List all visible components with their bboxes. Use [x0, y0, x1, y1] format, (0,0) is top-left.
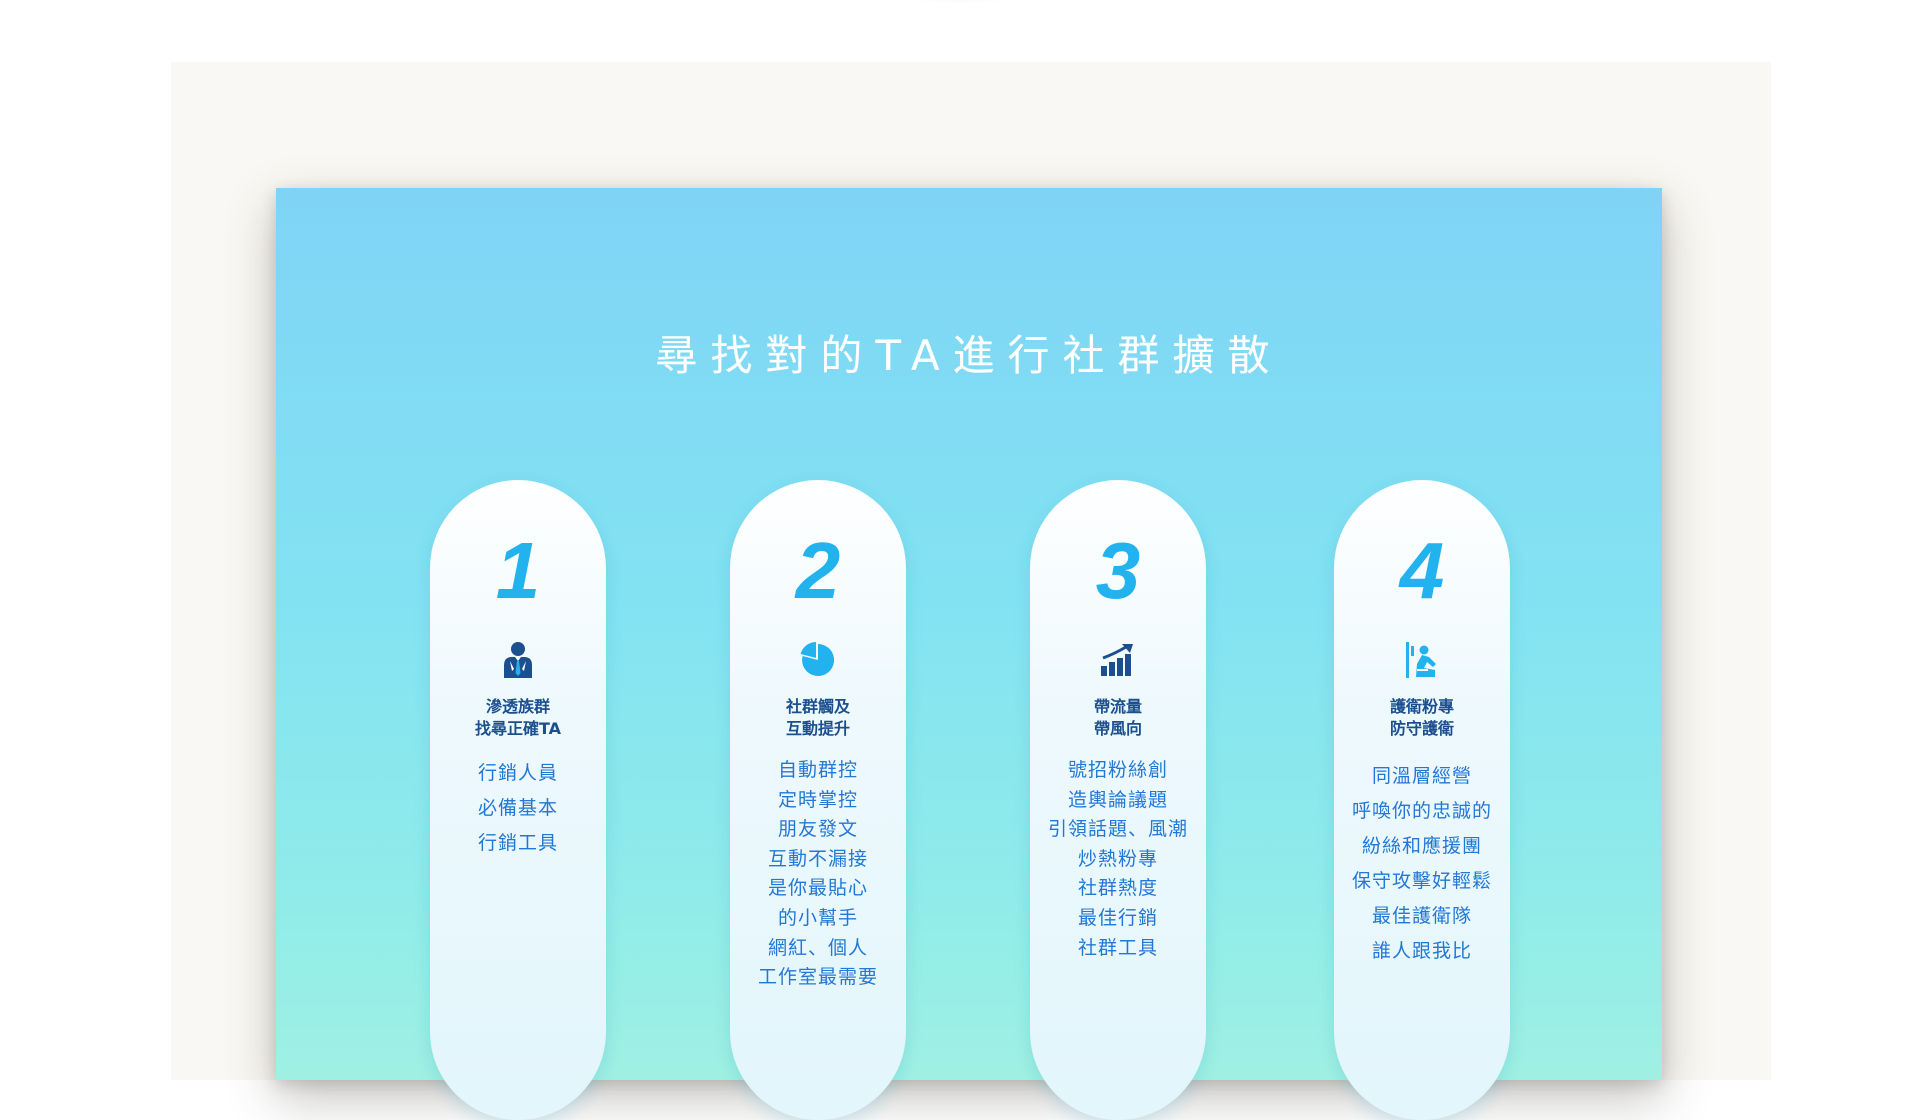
- step-heading-line: 帶風向: [1093, 719, 1142, 738]
- step-description-line: 誰人跟我比: [1371, 940, 1472, 962]
- step-heading: 社群觸及 互動提升: [710, 696, 926, 740]
- step-number: 1: [495, 526, 541, 615]
- step-description: 同溫層經營 呼喚你的忠誠的 紛絲和應援團 保守攻擊好輕鬆 最佳護衛隊 誰人跟我比: [1294, 759, 1550, 969]
- step-description: 自動群控 定時掌控 朋友發文 互動不漏接 是你最貼心 的小幫手 網紅、個人 工作…: [690, 756, 946, 993]
- step-description-line: 定時掌控: [777, 788, 858, 811]
- step-description-line: 呼喚你的忠誠的: [1351, 800, 1492, 822]
- businessman-icon: [498, 640, 538, 680]
- step-description-line: 行銷人員: [477, 762, 558, 784]
- step-description-line: 行銷工具: [477, 832, 558, 854]
- step-heading-line: 滲透族群: [485, 697, 550, 716]
- step-heading: 滲透族群 找尋正確TA: [410, 696, 626, 740]
- growth-chart-icon: [1098, 640, 1138, 680]
- step-description-line: 最佳護衛隊: [1371, 905, 1472, 927]
- step-description-line: 引領話題、風潮: [1047, 818, 1188, 841]
- step-description-line: 號招粉絲創: [1067, 759, 1168, 781]
- step-description-line: 同溫層經營: [1371, 765, 1472, 787]
- step-description-line: 保守攻擊好輕鬆: [1351, 870, 1492, 892]
- ta-poster: 尋找對的TA進行社群擴散 1 滲透族群 找尋正確TA 行銷人員 必備基本 行銷工…: [276, 188, 1662, 1120]
- step-card-3: 3 帶流量 帶風向 號招粉絲創 造輿論議題 引領話題、風潮 炒熱粉專 社群熱度 …: [1030, 480, 1206, 1120]
- step-heading-line: 社群觸及: [785, 697, 850, 716]
- step-number: 2: [795, 526, 841, 615]
- step-description-line: 最佳行銷: [1077, 906, 1158, 929]
- step-description-line: 造輿論議題: [1067, 788, 1168, 811]
- step-description: 號招粉絲創 造輿論議題 引領話題、風潮 炒熱粉專 社群熱度 最佳行銷 社群工具: [990, 756, 1246, 963]
- step-description-line: 網紅、個人: [767, 936, 868, 959]
- step-description-line: 炒熱粉專: [1077, 847, 1158, 870]
- step-description-line: 必備基本: [477, 797, 558, 819]
- step-description-line: 朋友發文: [777, 818, 858, 841]
- step-heading: 帶流量 帶風向: [1010, 696, 1226, 740]
- step-heading-line: 帶流量: [1093, 697, 1142, 716]
- pie-chart-icon: [798, 640, 838, 680]
- step-description-line: 互動不漏接: [767, 847, 868, 870]
- step-description-line: 社群熱度: [1077, 877, 1158, 900]
- step-number: 3: [1095, 526, 1141, 615]
- step-number: 4: [1399, 526, 1445, 615]
- step-heading-line: 防守護衛: [1389, 719, 1454, 738]
- step-description-line: 工作室最需要: [757, 966, 878, 989]
- top-glow-decoration: [860, 0, 1060, 4]
- step-description-line: 的小幫手: [777, 906, 858, 929]
- step-heading-line: 找尋正確TA: [474, 719, 562, 738]
- step-description: 行銷人員 必備基本 行銷工具: [390, 756, 646, 861]
- step-description-line: 是你最貼心: [767, 877, 868, 900]
- step-card-1: 1 滲透族群 找尋正確TA 行銷人員 必備基本 行銷工具: [430, 480, 606, 1120]
- guard-icon: [1402, 640, 1442, 680]
- poster-title: 尋找對的TA進行社群擴散: [655, 331, 1283, 380]
- step-description-line: 自動群控: [777, 759, 858, 781]
- step-description-line: 紛絲和應援團: [1361, 835, 1482, 857]
- step-heading-line: 護衛粉專: [1389, 697, 1454, 716]
- step-card-2: 2 社群觸及 互動提升 自動群控 定時掌控 朋友發文 互動不漏接 是你最貼心 的…: [730, 480, 906, 1120]
- step-heading-line: 互動提升: [785, 719, 850, 738]
- step-description-line: 社群工具: [1077, 936, 1158, 959]
- step-heading: 護衛粉專 防守護衛: [1314, 696, 1530, 740]
- step-card-4: 4 護衛粉專 防守護衛 同溫層經營 呼喚你的忠誠的 紛絲和應援團 保守攻擊好輕鬆…: [1334, 480, 1510, 1120]
